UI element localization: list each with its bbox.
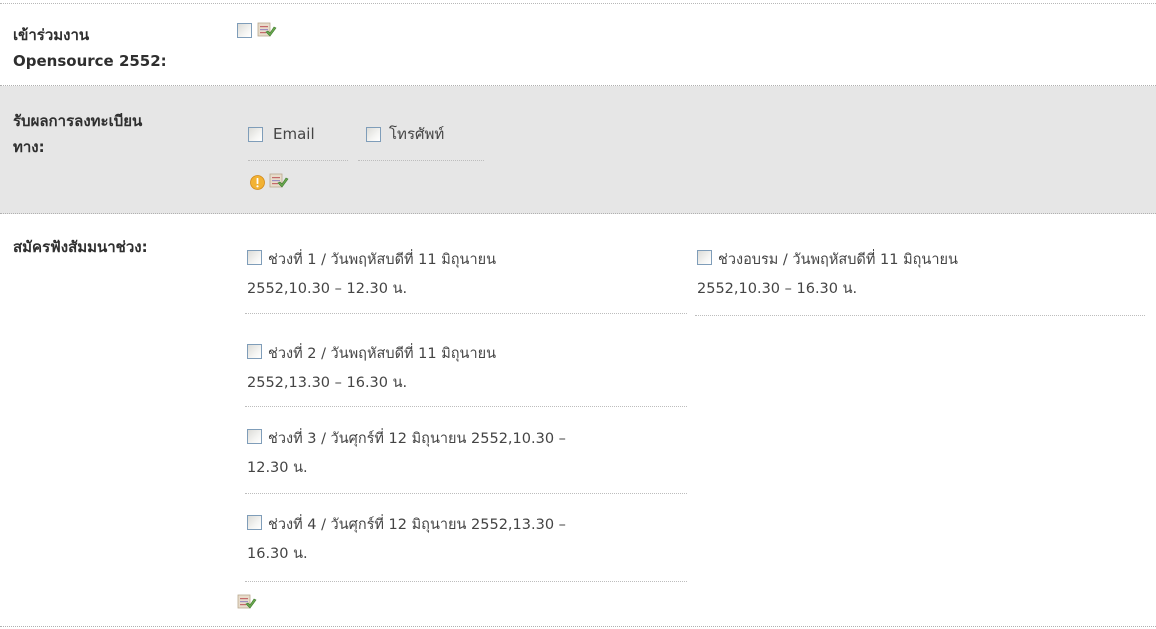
phone-checkbox[interactable] — [366, 127, 381, 142]
session-1-line1: ช่วงที่ 1 / วันพฤหัสบดีที่ 11 มิถุนายน — [268, 252, 497, 268]
session-training-line1: ช่วงอบรม / วันพฤหัสบดีที่ 11 มิถุนายน — [718, 252, 958, 268]
session-3-line2: 12.30 น. — [247, 460, 308, 476]
row-attend: เข้าร่วมงาน Opensource 2552: — [0, 4, 1156, 86]
session-1[interactable]: ช่วงที่ 1 / วันพฤหัสบดีที่ 11 มิถุนายน 2… — [247, 246, 496, 304]
email-divider — [248, 160, 348, 161]
session-1-line2: 2552,10.30 – 12.30 น. — [247, 281, 408, 297]
attend-label: เข้าร่วมงาน Opensource 2552: — [13, 26, 167, 70]
session-4[interactable]: ช่วงที่ 4 / วันศุกร์ที่ 12 มิถุนายน 2552… — [247, 511, 566, 569]
session-2[interactable]: ช่วงที่ 2 / วันพฤหัสบดีที่ 11 มิถุนายน 2… — [247, 340, 496, 398]
session-2-divider — [245, 406, 687, 407]
session-1-divider — [245, 313, 687, 314]
session-4-line2: 16.30 น. — [247, 546, 308, 562]
receive-option-phone[interactable]: โทรศัพท์ — [366, 121, 444, 148]
session-1-checkbox[interactable] — [247, 249, 262, 265]
session-training-divider — [695, 315, 1145, 316]
edit-icon[interactable] — [237, 594, 257, 612]
attend-checkbox[interactable] — [237, 23, 252, 38]
session-4-line1: ช่วงที่ 4 / วันศุกร์ที่ 12 มิถุนายน 2552… — [268, 517, 566, 533]
session-training[interactable]: ช่วงอบรม / วันพฤหัสบดีที่ 11 มิถุนายน 25… — [697, 246, 958, 304]
session-3-line1: ช่วงที่ 3 / วันศุกร์ที่ 12 มิถุนายน 2552… — [268, 431, 566, 447]
edit-icon[interactable] — [257, 22, 277, 40]
email-label: Email — [273, 125, 315, 143]
session-4-divider — [245, 581, 687, 582]
receive-option-email[interactable]: Email — [248, 121, 315, 148]
row-sessions: สมัครฟังสัมมนาช่วง: ช่วงที่ 1 / วันพฤหัส… — [0, 214, 1156, 627]
session-4-checkbox[interactable] — [247, 514, 262, 530]
session-2-line2: 2552,13.30 – 16.30 น. — [247, 375, 408, 391]
row-receive: รับผลการลงทะเบียน ทาง: Email โทรศัพท์ — [0, 86, 1156, 214]
sessions-label: สมัครฟังสัมมนาช่วง: — [13, 238, 148, 256]
session-3-checkbox[interactable] — [247, 428, 262, 444]
receive-label: รับผลการลงทะเบียน ทาง: — [13, 112, 143, 156]
phone-label: โทรศัพท์ — [389, 125, 445, 143]
session-training-line2: 2552,10.30 – 16.30 น. — [697, 281, 858, 297]
session-3[interactable]: ช่วงที่ 3 / วันศุกร์ที่ 12 มิถุนายน 2552… — [247, 425, 566, 483]
edit-icon[interactable] — [269, 173, 289, 191]
session-training-checkbox[interactable] — [697, 249, 712, 265]
email-checkbox[interactable] — [248, 127, 263, 142]
session-3-divider — [245, 493, 687, 494]
session-2-line1: ช่วงที่ 2 / วันพฤหัสบดีที่ 11 มิถุนายน — [268, 346, 497, 362]
warning-icon — [250, 175, 265, 190]
session-2-checkbox[interactable] — [247, 343, 262, 359]
phone-divider — [358, 160, 484, 161]
